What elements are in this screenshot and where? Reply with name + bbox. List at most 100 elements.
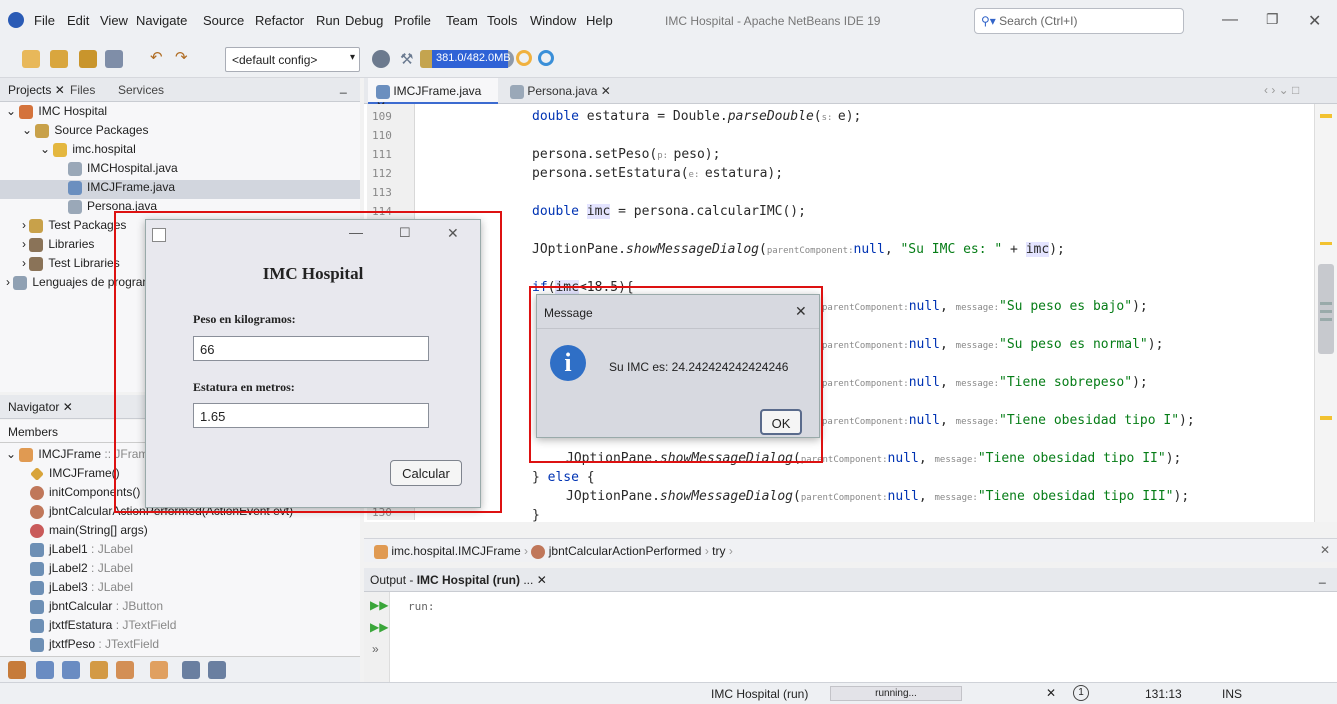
- search-placeholder: Search (Ctrl+I): [999, 14, 1078, 28]
- nav-item-jlabel1[interactable]: jLabel1 : JLabel: [30, 542, 133, 561]
- tree-item-imc-hospital[interactable]: ⌄ IMC Hospital: [6, 104, 107, 123]
- menu-file[interactable]: File: [34, 13, 55, 28]
- rerun-with-args-icon[interactable]: ▶▶: [370, 620, 388, 634]
- tab-files[interactable]: Files: [70, 83, 95, 97]
- memory-indicator[interactable]: 381.0/482.0MB: [432, 50, 511, 68]
- menu-navigate[interactable]: Navigate: [136, 13, 187, 28]
- close-breadcrumb-icon[interactable]: ✕: [1320, 543, 1330, 557]
- tree-item-libraries[interactable]: › Libraries: [22, 237, 94, 256]
- editor-tabbar: IMCJFrame.java ✕ Persona.java ✕ ‹ › ⌄ □: [364, 78, 1337, 113]
- minimize-icon[interactable]: —: [1222, 11, 1238, 29]
- menu-profile[interactable]: Profile: [394, 13, 431, 28]
- fields-icon[interactable]: [36, 661, 54, 679]
- folder-icon: [29, 218, 44, 233]
- tab-persona-label: Persona.java: [527, 84, 598, 98]
- output-line: run:: [408, 600, 435, 613]
- notifications-icon[interactable]: 1: [1073, 685, 1089, 701]
- tab-projects[interactable]: Projects ✕: [8, 83, 65, 97]
- search-input[interactable]: ⚲▾ Search (Ctrl+I): [974, 8, 1184, 34]
- tree-label: IMC Hospital: [38, 104, 108, 118]
- tree-item-imc-hospital-package[interactable]: ⌄ imc.hospital: [40, 142, 136, 161]
- chevron-down-icon[interactable]: ▾: [350, 52, 355, 63]
- menu-view[interactable]: View: [100, 13, 128, 28]
- menu-source[interactable]: Source: [203, 13, 244, 28]
- menu-help[interactable]: Help: [586, 13, 613, 28]
- sort-alpha-icon[interactable]: [182, 661, 200, 679]
- redo-icon[interactable]: ↷: [175, 48, 193, 66]
- line-number: 113: [372, 186, 392, 199]
- menu-team[interactable]: Team: [446, 13, 478, 28]
- undo-icon[interactable]: ↶: [150, 48, 168, 66]
- inheritance-icon[interactable]: [8, 661, 26, 679]
- nav-item-jlabel2[interactable]: jLabel2 : JLabel: [30, 561, 133, 580]
- profile-ide-icon[interactable]: [538, 50, 554, 66]
- menu-run[interactable]: Run: [316, 13, 340, 28]
- tab-output[interactable]: Output - IMC Hospital (run) ... ✕: [370, 573, 547, 587]
- nav-item-jlabel3[interactable]: jLabel3 : JLabel: [30, 580, 133, 599]
- inner-class-icon[interactable]: [150, 661, 168, 679]
- java-file-icon: [510, 84, 524, 99]
- tree-label: IMCJFrame.java: [87, 180, 176, 194]
- config-select[interactable]: <default config>: [225, 47, 360, 72]
- code-line: JOptionPane.showMessageDialog(parentComp…: [566, 489, 1190, 504]
- nav-item-jtxtfestatura[interactable]: jtxtfEstatura : JTextField: [30, 618, 176, 637]
- close-icon[interactable]: ✕: [1308, 11, 1321, 31]
- code-line: double estatura = Double.parseDouble(s: …: [532, 109, 862, 124]
- breadcrumb-try[interactable]: try: [712, 544, 725, 558]
- new-file-icon[interactable]: [22, 50, 40, 68]
- static-icon[interactable]: [62, 661, 80, 679]
- open-project-icon[interactable]: [79, 50, 97, 68]
- tree-item-test-libraries[interactable]: › Test Libraries: [22, 256, 120, 275]
- gc-icon[interactable]: [516, 50, 532, 66]
- tree-label: imc.hospital: [72, 142, 136, 156]
- menu-window[interactable]: Window: [530, 13, 576, 28]
- class-filter-icon[interactable]: [116, 661, 134, 679]
- tab-persona[interactable]: Persona.java ✕: [504, 78, 617, 104]
- tree-item-imchospital-java[interactable]: IMCHospital.java: [68, 161, 178, 180]
- nav-item-main[interactable]: main(String[] args): [30, 523, 148, 542]
- tree-item-source-packages[interactable]: ⌄ Source Packages: [22, 123, 148, 142]
- output-panel: ▶▶ ▶▶ » run:: [364, 592, 1337, 682]
- menu-edit[interactable]: Edit: [67, 13, 89, 28]
- nav-name: jLabel3: [49, 580, 88, 594]
- nav-item-jbntcalcular[interactable]: jbntCalcular : JButton: [30, 599, 163, 618]
- editor-scrollbar[interactable]: [1314, 104, 1337, 522]
- nav-name: IMCJFrame: [38, 447, 102, 461]
- minimize-panel-icon[interactable]: _: [340, 80, 347, 94]
- search-icon: ⚲▾: [981, 14, 996, 28]
- menu-debug[interactable]: Debug: [345, 13, 383, 28]
- nav-item-constructor[interactable]: IMCJFrame(): [30, 466, 120, 485]
- breadcrumb-class[interactable]: imc.hospital.IMCJFrame: [391, 544, 520, 558]
- hammer-icon[interactable]: ⚒: [400, 50, 418, 68]
- save-all-icon[interactable]: [105, 50, 123, 68]
- nav-type: : JLabel: [87, 580, 134, 594]
- nav-item-jtxtfpeso[interactable]: jtxtfPeso : JTextField: [30, 637, 159, 656]
- menu-tools[interactable]: Tools: [487, 13, 517, 28]
- line-number: 110: [372, 129, 392, 142]
- toolbar: ↶ ↷: [0, 40, 1337, 78]
- java-file-icon: [68, 161, 82, 176]
- tab-navigator[interactable]: Navigator ✕: [8, 400, 73, 414]
- menu-refactor[interactable]: Refactor: [255, 13, 304, 28]
- more-icon[interactable]: »: [372, 642, 379, 656]
- scrollbar-thumb[interactable]: [1318, 264, 1334, 354]
- build-target-icon[interactable]: [372, 50, 390, 68]
- tab-services[interactable]: Services: [118, 83, 164, 97]
- restore-icon[interactable]: ❐: [1266, 11, 1279, 28]
- menu-bar: File Edit View Navigate Source Refactor …: [0, 0, 1337, 40]
- sort-source-icon[interactable]: [208, 661, 226, 679]
- code-line: JOptionPane.showMessageDialog(parentComp…: [532, 242, 1065, 257]
- tree-item-imcjframe-java[interactable]: IMCJFrame.java: [0, 180, 360, 199]
- rerun-icon[interactable]: ▶▶: [370, 598, 388, 612]
- library-icon: [29, 237, 44, 252]
- breadcrumb-method[interactable]: jbntCalcularActionPerformed: [549, 544, 702, 558]
- tree-label: Test Libraries: [48, 256, 120, 270]
- tab-imcjframe[interactable]: IMCJFrame.java ✕: [368, 78, 498, 113]
- minimize-output-icon[interactable]: _: [1319, 570, 1326, 584]
- tab-scroll-icons[interactable]: ‹ › ⌄ □: [1264, 83, 1299, 97]
- tree-item-test-packages[interactable]: › Test Packages: [22, 218, 126, 237]
- nav-name: jLabel2: [49, 561, 88, 575]
- new-project-icon[interactable]: [50, 50, 68, 68]
- package-filter-icon[interactable]: [90, 661, 108, 679]
- cancel-task-icon[interactable]: ✕: [1046, 686, 1056, 700]
